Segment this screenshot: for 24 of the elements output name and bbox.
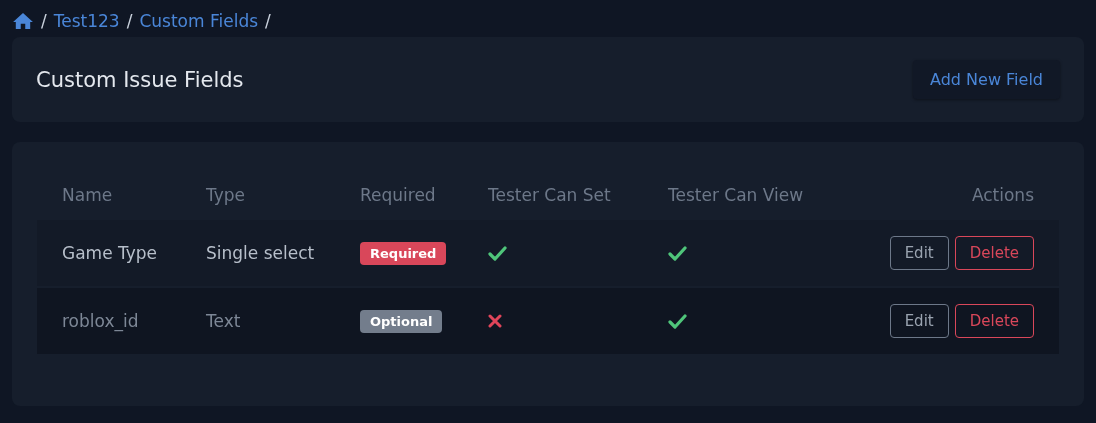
breadcrumb-separator: / — [41, 11, 47, 31]
delete-button[interactable]: Delete — [954, 236, 1034, 270]
column-header: Required — [359, 184, 437, 207]
status-badge: Required — [360, 241, 447, 265]
edit-button[interactable]: Edit — [889, 236, 949, 270]
table-cell: Single select — [206, 243, 315, 263]
column-header: Tester Can View — [667, 184, 805, 207]
column-header: Name — [61, 184, 114, 207]
column-header: Actions — [970, 184, 1035, 207]
delete-button[interactable]: Delete — [954, 304, 1034, 338]
table-cell: Text — [206, 311, 241, 331]
breadcrumb-separator: / — [126, 11, 133, 31]
add-field-button[interactable]: Add New Field — [913, 60, 1060, 99]
table-cell: roblox_id — [62, 311, 139, 331]
breadcrumb-separator: / — [265, 11, 271, 31]
breadcrumb-link[interactable]: Test123 — [53, 11, 120, 31]
page-title: Custom Issue Fields — [36, 67, 244, 92]
edit-button[interactable]: Edit — [889, 304, 949, 338]
home-icon[interactable] — [12, 12, 34, 30]
breadcrumb-link[interactable]: Custom Fields — [139, 11, 259, 31]
column-header: Tester Can Set — [487, 184, 612, 207]
status-badge: Optional — [360, 309, 443, 333]
column-header: Type — [205, 184, 247, 207]
table-cell: Game Type — [62, 243, 158, 263]
